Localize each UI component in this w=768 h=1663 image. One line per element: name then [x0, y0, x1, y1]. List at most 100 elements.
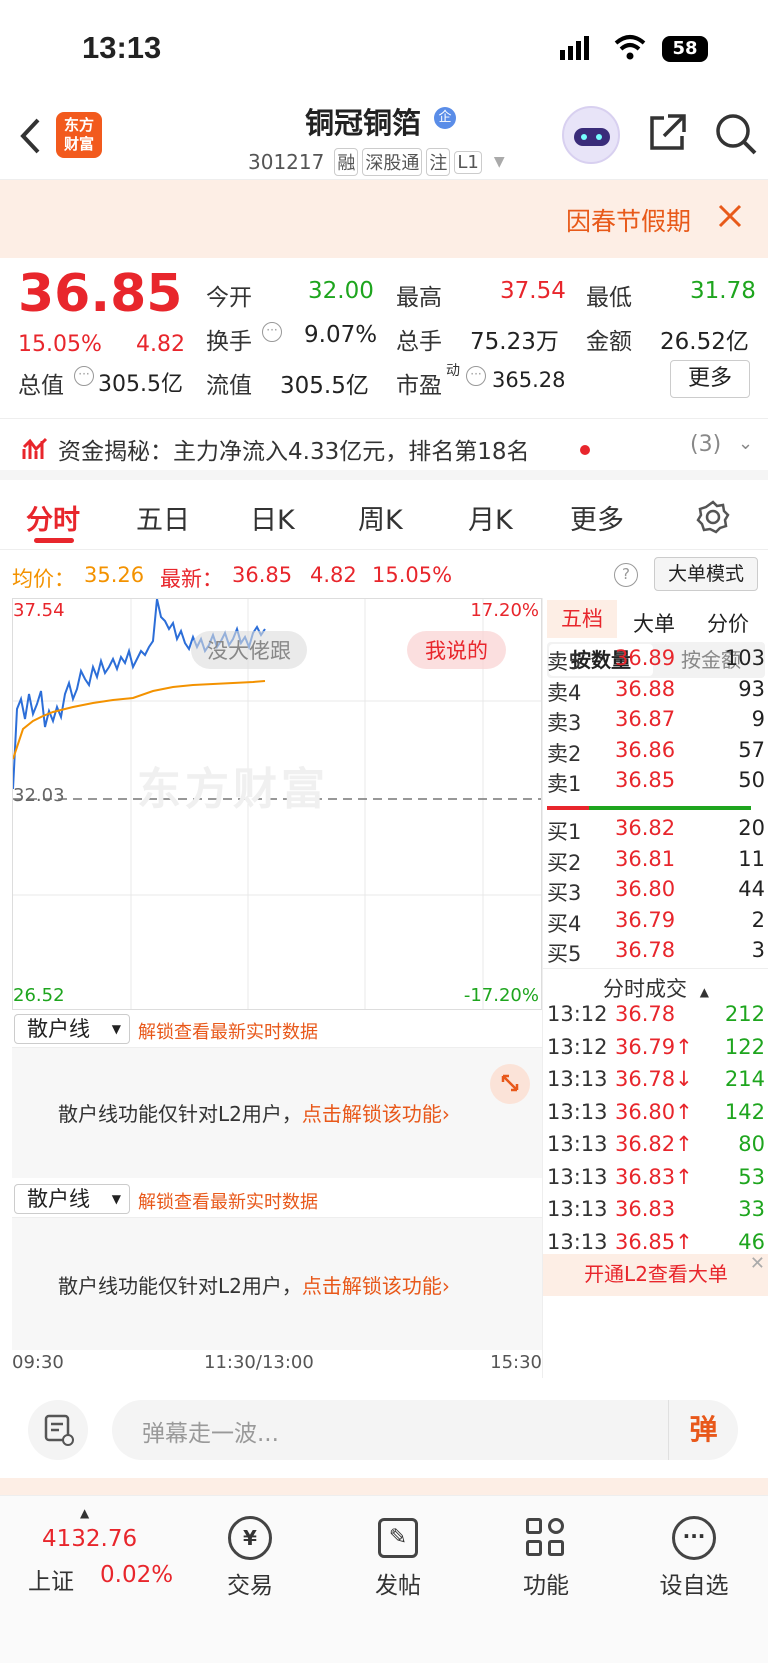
nav-post[interactable]: ✎ 发帖 — [348, 1516, 448, 1600]
close-icon[interactable]: ✕ — [750, 1244, 765, 1284]
order-row: 卖1 36.85 50 — [543, 768, 768, 800]
back-icon[interactable] — [18, 116, 42, 160]
fund-flow-bar[interactable]: 资金揭秘：主力净流入4.33亿元，排名第18名 (3) ⌄ — [0, 418, 768, 480]
order-row: 卖5 36.89 103 — [543, 646, 768, 678]
price: 36.81 — [615, 846, 676, 871]
more-dots-icon[interactable]: ··· — [466, 366, 486, 386]
trade-row: 13:12 36.79↑ 122 — [543, 1035, 768, 1067]
chevron-right-icon: › — [441, 1274, 450, 1298]
change-amt: 4.82 — [136, 332, 185, 357]
gear-icon[interactable] — [696, 500, 730, 538]
unlock-hint[interactable]: 解锁查看最新实时数据 — [138, 1188, 318, 1214]
amount-value: 26.52亿 — [660, 329, 749, 355]
price: 36.79 — [615, 907, 676, 932]
tag-l1: L1 — [454, 150, 482, 174]
red-dot — [580, 445, 590, 455]
robot-avatar-icon[interactable] — [562, 106, 620, 164]
latest-pct: 15.05% — [372, 563, 453, 587]
fund-flow-count: (3) — [690, 432, 722, 457]
avg-value: 35.26 — [84, 563, 145, 587]
indicator-name: 散户线 — [27, 1187, 90, 1211]
close-icon[interactable] — [716, 202, 744, 234]
more-button[interactable]: 更多 — [670, 360, 750, 398]
pe-sup: 动 — [446, 363, 460, 379]
y-mid-label: 32.03 — [13, 785, 65, 806]
price: 36.80 — [615, 877, 676, 901]
danmu-bubble: 没大佬跟 — [191, 631, 307, 669]
trade-volume: 142 — [724, 1099, 765, 1124]
price: 36.83 — [615, 1197, 676, 1221]
intraday-chart[interactable]: 东方财富 37.54 17.20% 32.03 26.52 -17.20% 没大… — [12, 598, 542, 1010]
tab-monthly-k[interactable]: 月K — [468, 498, 513, 537]
yuan-exchange-icon: ¥ — [228, 1516, 272, 1560]
holiday-banner[interactable]: 因春节假期 — [0, 180, 768, 258]
turnover-label: 换手 — [206, 329, 252, 355]
fund-flow-text: 资金揭秘：主力净流入4.33亿元，排名第18名 — [58, 439, 530, 465]
tab-big-order[interactable]: 大单 — [633, 608, 675, 638]
more-dots-icon[interactable]: ··· — [262, 322, 282, 342]
unlock-link[interactable]: 点击解锁该功能 — [302, 1102, 442, 1126]
level-label: 买2 — [547, 850, 582, 875]
float-value: 305.5亿 — [280, 373, 369, 399]
pct-min-label: -17.20% — [463, 985, 539, 1006]
help-icon[interactable]: ? — [614, 563, 638, 587]
wifi-icon — [614, 34, 646, 64]
unlock-hint[interactable]: 解锁查看最新实时数据 — [138, 1018, 318, 1044]
indicator-select[interactable]: 散户线 ▼ — [14, 1184, 130, 1214]
expand-icon[interactable] — [490, 1064, 530, 1104]
amount-label: 金额 — [586, 329, 632, 355]
more-dots-icon[interactable]: ··· — [74, 366, 94, 386]
danmu-input[interactable]: 弹幕走一波... 弹 — [112, 1400, 738, 1460]
low-label: 最低 — [586, 285, 632, 311]
quantity: 50 — [738, 768, 765, 792]
trade-time: 13:13 — [547, 1099, 608, 1124]
latest-chg: 4.82 — [310, 563, 357, 587]
tab-price-dist[interactable]: 分价 — [707, 608, 749, 638]
nav-trade[interactable]: ¥ 交易 — [200, 1516, 300, 1600]
big-order-mode-button[interactable]: 大单模式 — [654, 557, 758, 591]
search-icon[interactable] — [714, 112, 758, 160]
chevron-right-icon: › — [441, 1102, 450, 1126]
trade-row: 13:13 36.82↑ 80 — [543, 1132, 768, 1164]
stock-code: 301217 — [248, 150, 325, 174]
level-label: 卖2 — [547, 741, 582, 766]
open-value: 32.00 — [308, 278, 374, 304]
chevron-down-icon: ▼ — [493, 154, 505, 170]
danmu-dock: 弹幕走一波... 弹 — [0, 1390, 768, 1490]
stock-code-line[interactable]: 301217 融 深股通 注 L1 ▼ — [248, 148, 505, 176]
x-axis: 09:30 11:30/13:00 15:30 — [12, 1352, 542, 1382]
avg-label: 均价： — [12, 567, 75, 591]
nav-post-label: 发帖 — [375, 1573, 421, 1599]
retail-line-header: 散户线 ▼ 解锁查看最新实时数据 — [12, 1010, 542, 1048]
tab-intraday[interactable]: 分时 — [26, 498, 80, 537]
level-label: 卖1 — [547, 772, 582, 796]
tab-five-level[interactable]: 五档 — [547, 600, 617, 638]
l2-promo[interactable]: 开通L2查看大单 ✕ — [543, 1253, 768, 1296]
indicator-select[interactable]: 散户线 ▼ — [14, 1014, 130, 1044]
tab-weekly-k[interactable]: 周K — [358, 498, 403, 537]
tab-daily-k[interactable]: 日K — [250, 498, 295, 537]
notes-icon[interactable] — [28, 1400, 88, 1460]
bid-ask-ratio-bar — [547, 806, 751, 810]
index-ticker[interactable]: ▲ 4132.76 上证 0.02% — [20, 1506, 190, 1616]
avg-line — [13, 680, 266, 760]
indicator-name: 散户线 — [27, 1017, 90, 1041]
trades-title-row[interactable]: 分时成交 ▲ — [543, 968, 768, 1001]
level-label: 卖4 — [547, 680, 582, 705]
nav-add-watchlist[interactable]: ··· 设自选 — [644, 1516, 744, 1600]
banner-text: 因春节假期 — [566, 207, 692, 236]
tab-five-day[interactable]: 五日 — [136, 498, 190, 537]
trade-volume: 53 — [738, 1164, 765, 1189]
price: 36.83↑ — [615, 1164, 693, 1189]
bottom-bar: ▲ 4132.76 上证 0.02% ¥ 交易 ✎ 发帖 功能 ··· 设自选 — [0, 1495, 768, 1663]
quantity: 44 — [738, 877, 765, 901]
nav-functions[interactable]: 功能 — [496, 1516, 596, 1600]
tab-more[interactable]: 更多 — [570, 498, 624, 537]
price: 36.85↑ — [615, 1229, 693, 1254]
share-icon[interactable] — [646, 112, 688, 158]
unlock-link[interactable]: 点击解锁该功能 — [302, 1274, 442, 1298]
enterprise-badge: 企 — [434, 107, 456, 129]
danmu-send-button[interactable]: 弹 — [668, 1400, 738, 1460]
chevron-down-icon: ▼ — [111, 1022, 121, 1036]
trades-title: 分时成交 — [603, 977, 688, 1001]
